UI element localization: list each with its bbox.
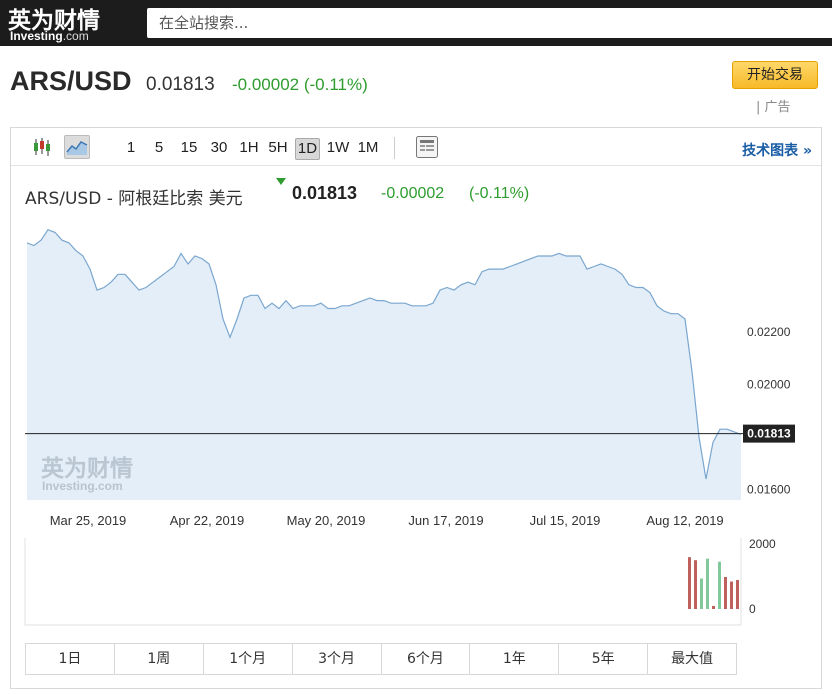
range-1-week[interactable]: 1周 xyxy=(115,644,204,674)
y-tick-label: 0.02000 xyxy=(747,378,791,392)
volume-axis-label: 0 xyxy=(749,602,756,616)
watermark-logo-en: Investing.com xyxy=(42,479,123,493)
range-max[interactable]: 最大值 xyxy=(648,644,736,674)
price-area-fill xyxy=(27,229,741,500)
volume-axis-label: 2000 xyxy=(749,537,776,551)
top-navigation-bar: 英为财情 Investing.com xyxy=(0,0,832,46)
volume-bar xyxy=(688,557,691,609)
x-axis-label: Jun 17, 2019 xyxy=(408,513,483,528)
x-axis-label: Apr 22, 2019 xyxy=(170,513,244,528)
volume-bar xyxy=(700,578,703,609)
time-range-selector: 1日 1周 1个月 3个月 6个月 1年 5年 最大值 xyxy=(25,643,737,675)
watermark-logo-cn: 英为财情 xyxy=(41,455,133,482)
currency-pair-title: ARS/USD xyxy=(10,66,132,96)
start-trading-button[interactable]: 开始交易 xyxy=(732,61,818,89)
volume-bar xyxy=(712,605,715,609)
search-input[interactable] xyxy=(147,8,832,38)
volume-bar xyxy=(736,580,739,609)
volume-bar xyxy=(718,561,721,609)
investing-logo[interactable]: 英为财情 Investing.com xyxy=(8,3,136,43)
chart-panel: 1 5 15 30 1H 5H 1D 1W 1M 技术图表 » ARS/USD … xyxy=(10,127,822,689)
price-chart[interactable]: 英为财情Investing.com 0.01813 0.02200 0.02000 0.… xyxy=(11,128,821,640)
site-search-box[interactable] xyxy=(147,8,832,38)
y-tick-label: 0.02200 xyxy=(747,325,791,339)
range-1-month[interactable]: 1个月 xyxy=(204,644,293,674)
x-axis-label: Mar 25, 2019 xyxy=(50,513,127,528)
logo-english-text: Investing.com xyxy=(10,29,89,43)
price-change: -0.00002 (-0.11%) xyxy=(232,75,368,94)
range-6-months[interactable]: 6个月 xyxy=(382,644,471,674)
range-3-months[interactable]: 3个月 xyxy=(293,644,382,674)
x-axis-label: Aug 12, 2019 xyxy=(646,513,723,528)
ad-label: | 广告 xyxy=(756,100,791,115)
volume-bar xyxy=(694,560,697,609)
volume-bar xyxy=(706,558,709,609)
volume-bar xyxy=(724,576,727,609)
current-price: 0.01813 xyxy=(146,74,215,95)
current-price-label: 0.01813 xyxy=(747,427,791,441)
range-1-day[interactable]: 1日 xyxy=(26,644,115,674)
x-axis-label: May 20, 2019 xyxy=(287,513,366,528)
y-tick-label: 0.01600 xyxy=(747,483,791,497)
volume-bar xyxy=(730,581,733,609)
range-1-year[interactable]: 1年 xyxy=(470,644,560,674)
x-axis-label: Jul 15, 2019 xyxy=(530,513,601,528)
range-5-years[interactable]: 5年 xyxy=(559,644,649,674)
